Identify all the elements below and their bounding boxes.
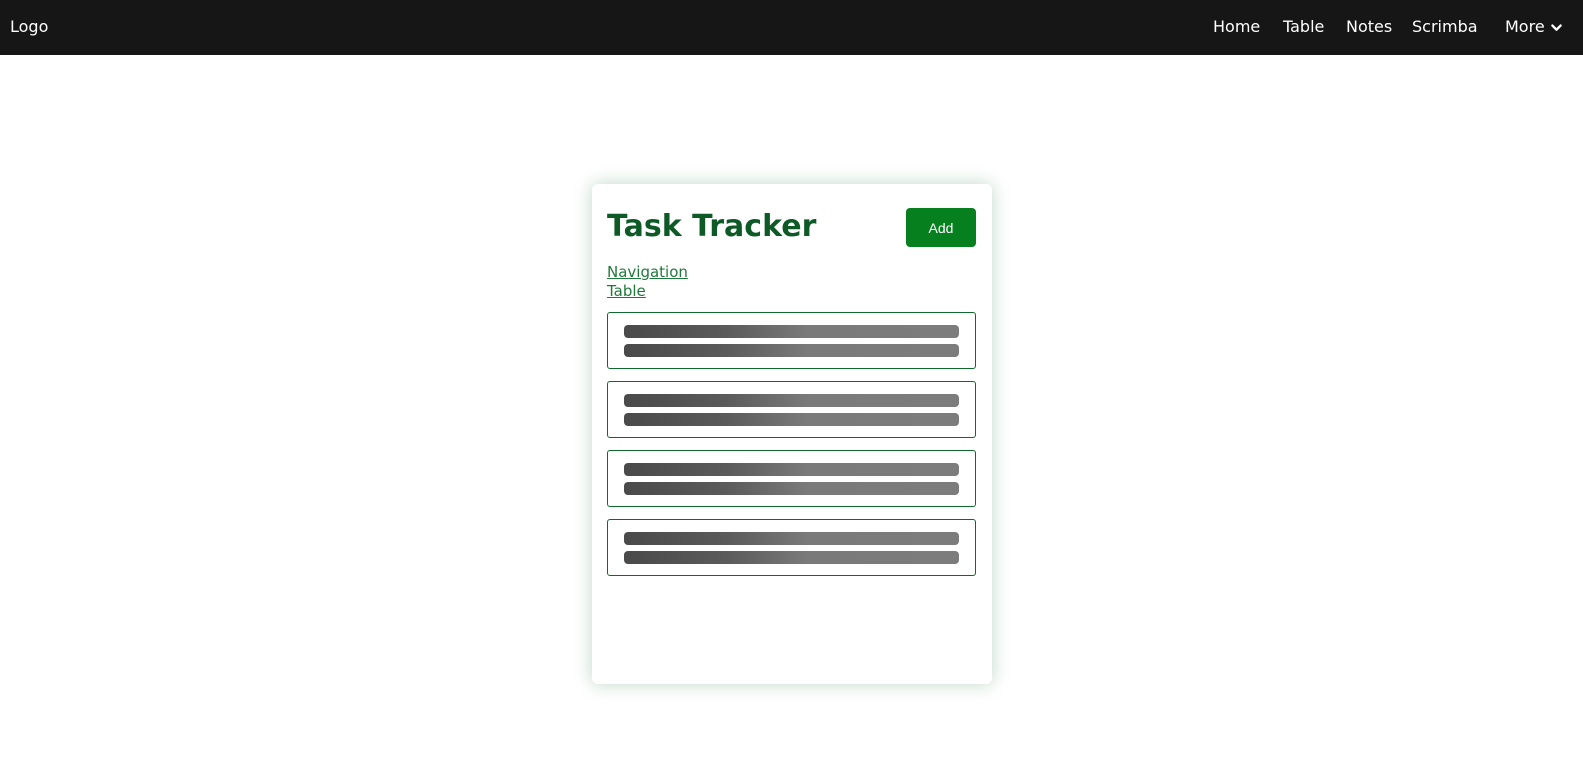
- task-tracker-card: Task Tracker Add Navigation Table: [592, 184, 992, 684]
- card-links: Navigation Table: [607, 263, 688, 301]
- nav-scrimba-link[interactable]: Scrimba: [1412, 17, 1478, 37]
- nav-more-dropdown[interactable]: More: [1505, 17, 1563, 37]
- navigation-link[interactable]: Navigation: [607, 263, 688, 282]
- task-item-placeholder[interactable]: [607, 381, 976, 438]
- skeleton-line: [624, 482, 959, 495]
- chevron-down-icon: [1550, 23, 1562, 31]
- task-item-placeholder[interactable]: [607, 519, 976, 576]
- skeleton-line: [624, 325, 959, 338]
- skeleton-line: [624, 344, 959, 357]
- skeleton-line: [624, 463, 959, 476]
- task-item-placeholder[interactable]: [607, 450, 976, 507]
- nav-table-link[interactable]: Table: [1283, 17, 1324, 37]
- task-list: [607, 312, 976, 588]
- nav-home-link[interactable]: Home: [1213, 17, 1260, 37]
- skeleton-line: [624, 413, 959, 426]
- nav-more-label: More: [1505, 17, 1545, 36]
- logo[interactable]: Logo: [10, 17, 48, 37]
- nav-notes-link[interactable]: Notes: [1346, 17, 1392, 37]
- add-task-button[interactable]: Add: [906, 208, 976, 247]
- skeleton-line: [624, 394, 959, 407]
- top-navbar: Logo Home Table Notes Scrimba More: [0, 0, 1583, 55]
- task-item-placeholder[interactable]: [607, 312, 976, 369]
- table-link[interactable]: Table: [607, 282, 688, 301]
- skeleton-line: [624, 551, 959, 564]
- page-title: Task Tracker: [607, 209, 817, 244]
- skeleton-line: [624, 532, 959, 545]
